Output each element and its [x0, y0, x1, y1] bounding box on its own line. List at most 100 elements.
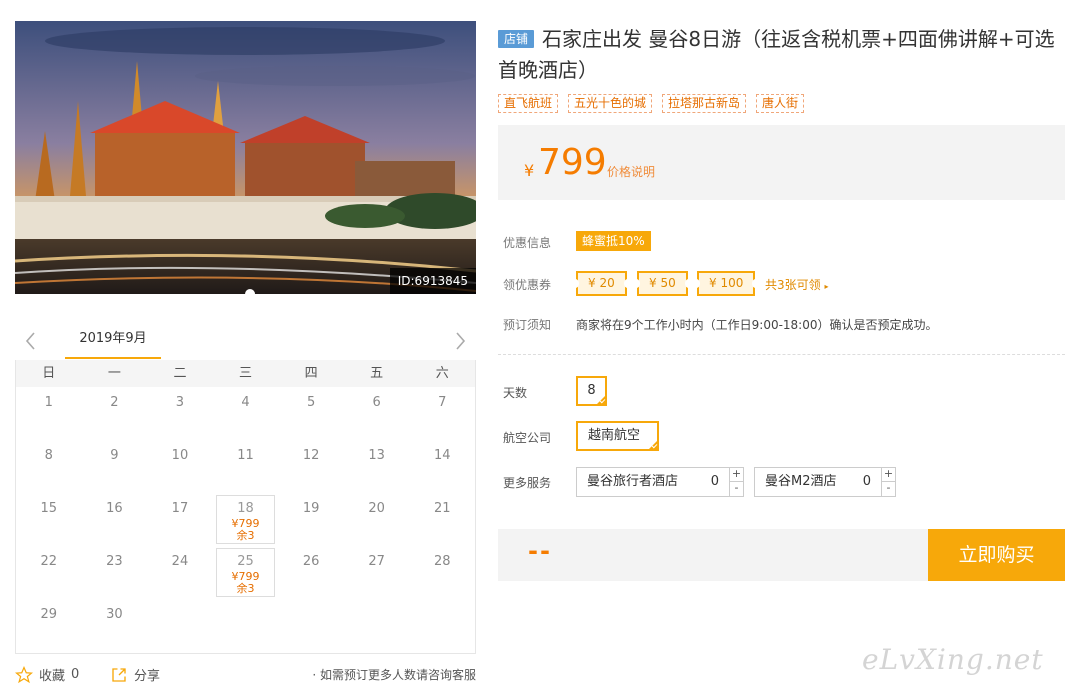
day-number: 9: [110, 448, 119, 463]
calendar-month-tab[interactable]: 2019年9月: [65, 325, 161, 359]
calendar-day: 8: [16, 440, 82, 493]
calendar-day: [147, 599, 213, 652]
decrement-button[interactable]: -: [729, 482, 743, 496]
coupon-50[interactable]: ¥ 50: [633, 271, 692, 296]
coupon-20[interactable]: ¥ 20: [572, 271, 631, 296]
coupon-label: 领优惠券: [503, 278, 552, 292]
days-option[interactable]: 8: [576, 376, 607, 406]
temple-illustration: [15, 21, 476, 294]
share-icon: [112, 667, 126, 682]
day-number: 5: [306, 395, 316, 410]
image-id-label: ID:6913845: [389, 268, 476, 294]
price-value: 799: [538, 142, 607, 183]
coupon-20-value: ¥ 20: [578, 273, 625, 294]
calendar-day-available[interactable]: 18 ¥799 余3: [213, 493, 279, 546]
favorite-button[interactable]: 收藏 0: [15, 665, 79, 684]
calendar-day: 21: [409, 493, 475, 546]
calendar-week: 22 23 24 25 ¥799 余3 26 27 28: [16, 546, 475, 599]
product-title: 店铺 石家庄出发 曼谷8日游（往返含税机票+四面佛讲解+可选首晚酒店）: [498, 24, 1068, 86]
price-note-link[interactable]: 价格说明: [607, 163, 655, 180]
coupon-more-link[interactable]: 共3张可领 ▸: [765, 276, 828, 293]
calendar-day: 13: [344, 440, 410, 493]
coupon-100-value: ¥ 100: [699, 273, 754, 294]
weekday-header: 五: [370, 366, 384, 381]
product-tag: 五光十色的城: [568, 94, 653, 113]
day-number: 2: [110, 395, 119, 410]
weekday-header: 一: [107, 366, 121, 381]
calendar-day: 7: [409, 387, 475, 440]
weekday-header: 二: [173, 366, 187, 381]
calendar-day: 29: [16, 599, 82, 652]
day-number: 3: [175, 395, 185, 410]
divider: [498, 354, 1065, 355]
hero-image[interactable]: ID:6913845: [15, 21, 476, 294]
increment-button[interactable]: +: [729, 468, 743, 482]
share-label: 分享: [134, 669, 161, 684]
notice-text: 商家将在9个工作小时内（工作日9:00-18:00）确认是否预定成功。: [576, 318, 938, 332]
service-qty: 0: [710, 474, 719, 489]
weekday-header: 六: [435, 366, 449, 381]
prev-month-button[interactable]: [21, 329, 41, 353]
watermark: eLvXing.net: [862, 643, 1044, 676]
shop-badge[interactable]: 店铺: [498, 30, 535, 48]
calendar-day: 12: [278, 440, 344, 493]
calendar-week: 29 30: [16, 599, 475, 652]
day-number: 20: [368, 501, 385, 516]
calendar-day: 16: [82, 493, 148, 546]
calendar-day: 11: [213, 440, 279, 493]
decrement-button[interactable]: -: [881, 482, 895, 496]
day-number: 17: [171, 501, 189, 516]
star-icon: [15, 665, 33, 683]
next-month-button[interactable]: [450, 329, 470, 353]
notice-label: 预订须知: [503, 318, 552, 332]
day-number: 19: [302, 501, 320, 516]
calendar-grid: 1 2 3 4 5 6 7 8 9 10 11 12 13 14 15 16 17 18 ¥799 余3 19 20 21 2…: [16, 387, 475, 652]
day-number: 10: [171, 448, 189, 463]
calendar-day: 9: [82, 440, 148, 493]
calendar-week: 1 2 3 4 5 6 7: [16, 387, 475, 440]
favorite-count: 0: [71, 667, 80, 682]
discount-badge: 蜂蜜抵10%: [576, 231, 651, 251]
calendar-weekdays: 日一二三四五六: [16, 360, 475, 387]
calendar-week: 15 16 17 18 ¥799 余3 19 20 21: [16, 493, 475, 546]
check-corner-icon: [648, 440, 658, 450]
increment-button[interactable]: +: [881, 468, 895, 482]
day-number: 22: [40, 554, 58, 569]
calendar-day: 23: [82, 546, 148, 599]
calendar-day: [213, 599, 279, 652]
calendar-day: [344, 599, 410, 652]
currency-symbol: ¥: [524, 161, 535, 180]
calendar-day-available[interactable]: 25 ¥799 余3: [213, 546, 279, 599]
calendar-day: 22: [16, 546, 82, 599]
buy-now-button[interactable]: 立即购买: [928, 529, 1065, 581]
day-border: [215, 495, 276, 544]
calendar-day: 28: [409, 546, 475, 599]
coupon-100[interactable]: ¥ 100: [692, 271, 760, 296]
product-tags: 直飞航班 五光十色的城 拉塔那古新岛 唐人街: [498, 94, 805, 113]
day-number: 11: [237, 448, 254, 463]
calendar-week: 8 9 10 11 12 13 14: [16, 440, 475, 493]
airline-option[interactable]: 越南航空: [576, 421, 659, 451]
calendar-day: 2: [82, 387, 148, 440]
day-number: 29: [40, 607, 58, 622]
services-label: 更多服务: [503, 476, 552, 490]
favorite-label: 收藏: [39, 669, 66, 684]
chevron-left-icon: [25, 332, 35, 350]
calendar-day: [278, 599, 344, 652]
day-number: 27: [368, 554, 385, 569]
carousel-dot[interactable]: [245, 289, 255, 294]
calendar-day: 1: [16, 387, 82, 440]
day-number: 8: [44, 448, 53, 463]
discount-label: 优惠信息: [503, 236, 552, 250]
airline-label: 航空公司: [503, 431, 552, 445]
day-number: 26: [302, 554, 320, 569]
calendar-day: 6: [344, 387, 410, 440]
product-tag: 直飞航班: [498, 94, 559, 113]
day-number: 24: [171, 554, 189, 569]
calendar-day: [409, 599, 475, 652]
calendar-day: 5: [278, 387, 344, 440]
share-button[interactable]: 分享: [110, 665, 160, 684]
calendar-day: 27: [344, 546, 410, 599]
consult-link[interactable]: · 如需预订更多人数请咨询客服: [312, 666, 476, 683]
price-box: ¥ 799 价格说明: [498, 125, 1065, 200]
